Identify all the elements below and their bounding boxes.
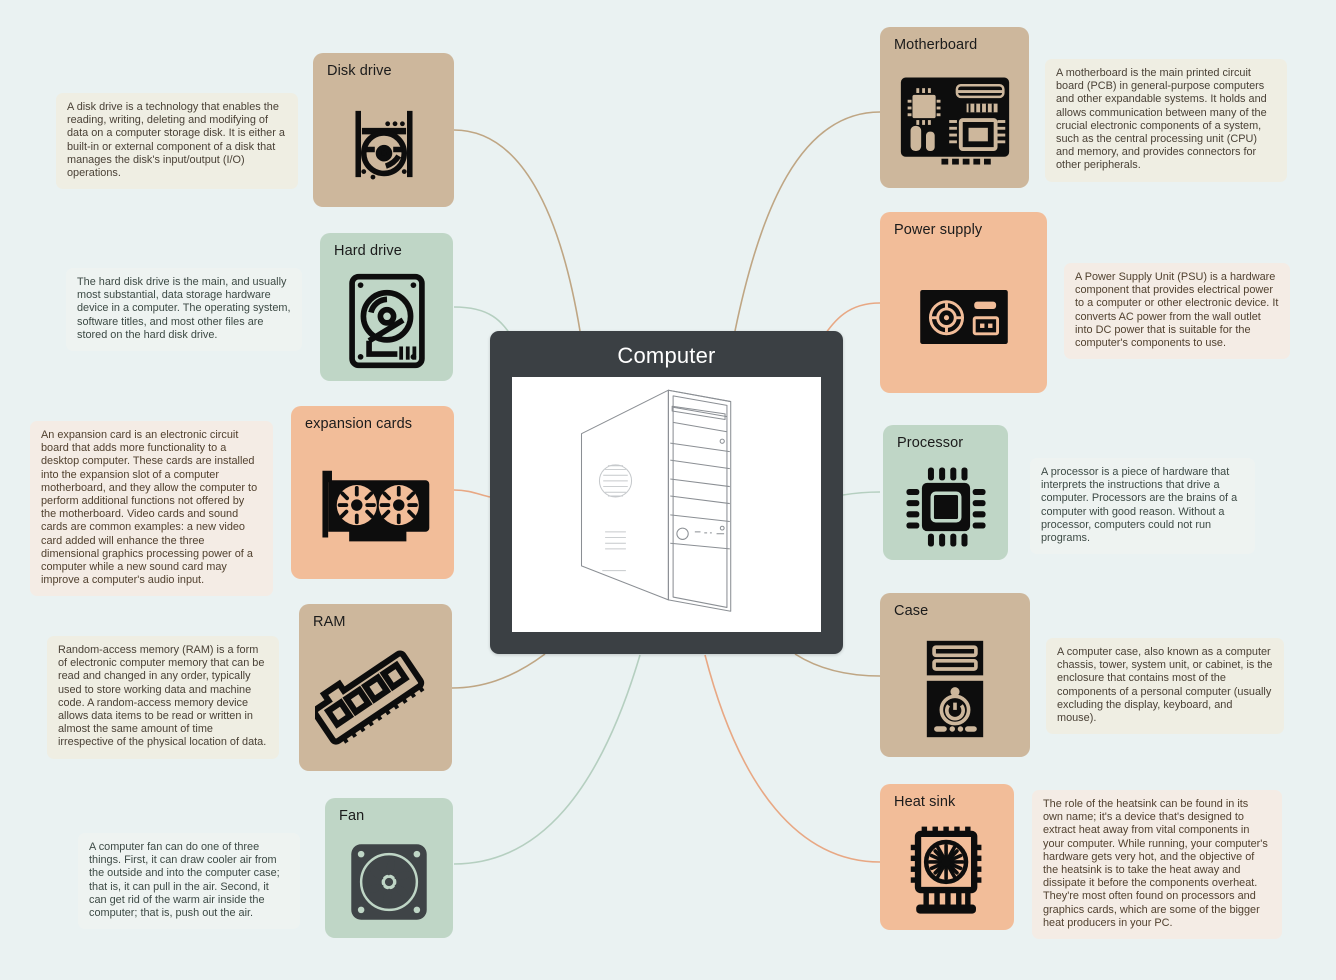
central-node-title: Computer [617,343,716,368]
node-title-motherboard: Motherboard [894,37,978,53]
mindmap-canvas: Disk drive A disk drive is a technology … [0,0,1336,980]
motherboard-icon [880,55,1029,188]
note-disk-drive: A disk drive is a technology that enable… [56,93,298,190]
link-processor [842,491,881,496]
node-title-heat-sink: Heat sink [894,794,956,810]
node-card-heat-sink[interactable]: Heat sink [880,784,1014,930]
node-title-processor: Processor [897,435,964,451]
note-hard-drive: The hard disk drive is the main, and usu… [66,268,302,352]
computer-case-icon [880,621,1030,757]
note-power-supply: A Power Supply Unit (PSU) is a hardware … [1064,263,1290,360]
node-title-fan: Fan [339,808,365,824]
link-heat-sink [704,654,881,863]
disk-drive-icon [313,81,454,207]
node-title-expansion-cards: expansion cards [305,416,413,432]
node-title-ram: RAM [313,614,346,630]
node-card-case[interactable]: Case [880,593,1030,757]
node-card-power-supply[interactable]: Power supply [880,212,1047,393]
power-supply-icon [880,240,1047,393]
node-card-ram[interactable]: RAM [299,604,452,771]
note-processor: A processor is a piece of hardware that … [1030,458,1255,555]
node-title-hard-drive: Hard drive [334,243,402,259]
graphics-card-icon [291,434,454,579]
node-card-motherboard[interactable]: Motherboard [880,27,1029,188]
node-card-fan[interactable]: Fan [325,798,453,938]
cpu-chip-icon [883,453,1008,560]
link-fan [453,654,641,865]
note-motherboard: A motherboard is the main printed circui… [1045,59,1287,182]
node-card-processor[interactable]: Processor [883,425,1008,560]
note-expansion-cards: An expansion card is an electronic circu… [30,421,273,597]
node-card-hard-drive[interactable]: Hard drive [320,233,453,381]
ram-stick-icon [299,632,452,771]
node-card-disk-drive[interactable]: Disk drive [313,53,454,207]
link-disk-drive [453,129,581,332]
computer-tower-illustration [512,377,821,632]
hard-drive-icon [320,261,453,381]
link-case [794,653,881,677]
note-case: A computer case, also known as a compute… [1046,638,1284,735]
note-heat-sink: The role of the heatsink can be found in… [1032,790,1282,940]
link-expansion-cards [453,489,491,498]
link-ram [451,653,546,689]
node-title-power-supply: Power supply [894,222,983,238]
node-card-expansion-cards[interactable]: expansion cards [291,406,454,579]
note-fan: A computer fan can do one of three thing… [78,833,300,930]
note-ram: Random-access memory (RAM) is a form of … [47,636,279,759]
heatsink-icon [880,812,1014,930]
node-title-disk-drive: Disk drive [327,63,392,79]
link-motherboard [734,111,881,332]
node-title-case: Case [894,603,929,619]
case-fan-icon [325,826,453,938]
central-node-computer[interactable]: Computer [490,331,843,654]
